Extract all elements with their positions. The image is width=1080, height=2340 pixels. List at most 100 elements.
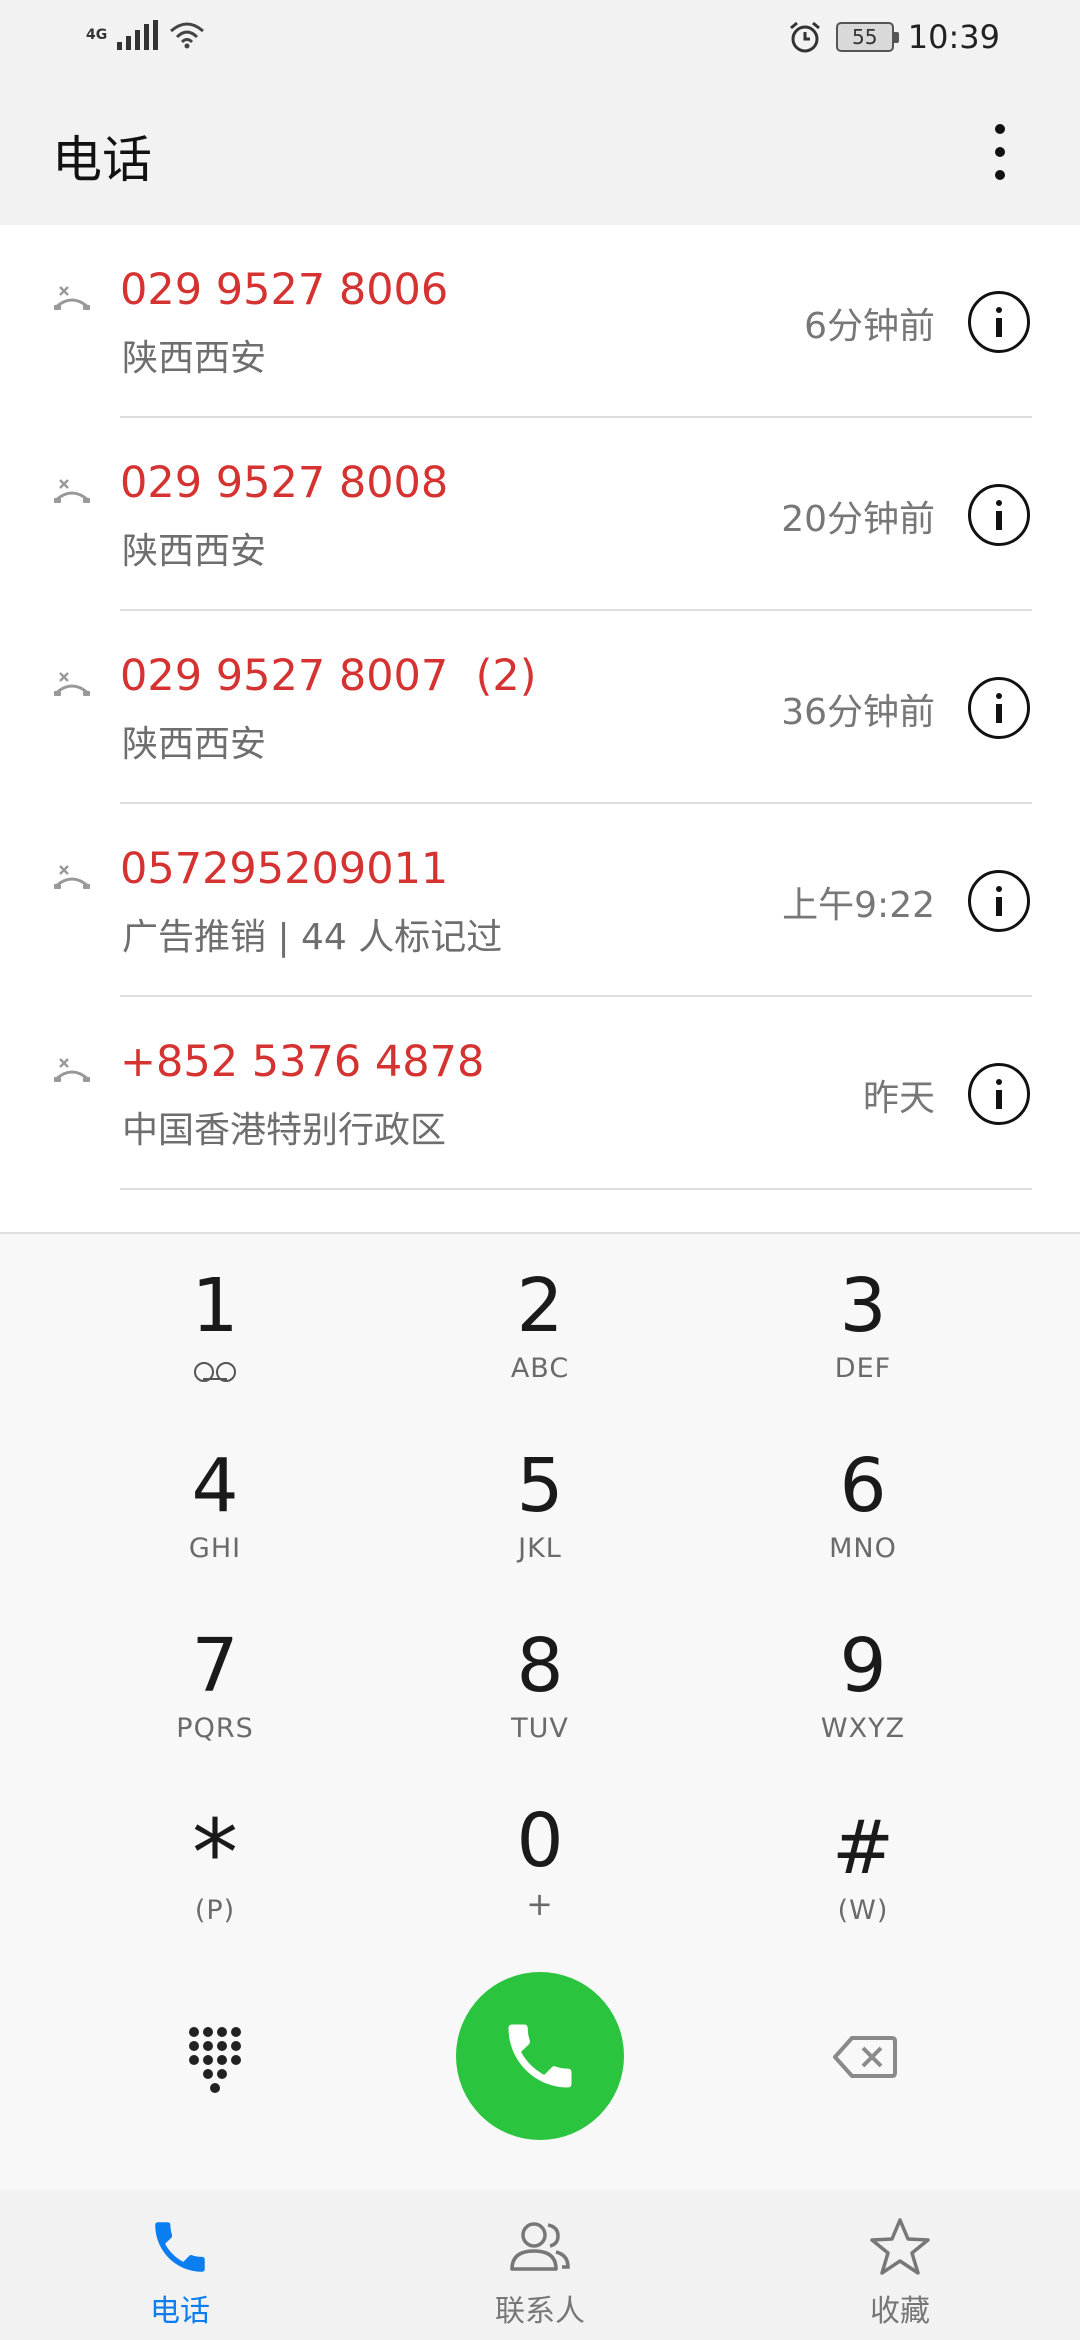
call-location: 广告推销 | 44 人标记过 [122, 917, 503, 958]
row-divider [120, 1188, 1032, 1190]
nav-label: 联系人 [495, 2294, 585, 2329]
key-letters: + [526, 1885, 554, 1923]
key-digit: 5 [516, 1443, 564, 1529]
dialpad-key-4[interactable]: 4 GHI [105, 1444, 325, 1604]
status-left: 4G [86, 20, 205, 50]
call-number: 029 9527 8007 (2) [120, 651, 537, 701]
key-letters: GHI [188, 1533, 242, 1564]
call-info-button[interactable] [968, 870, 1030, 932]
more-dot-icon [995, 124, 1005, 134]
call-location: 陕西西安 [122, 531, 267, 572]
key-letters: JKL [518, 1533, 562, 1564]
nav-tab-contacts[interactable]: 联系人 [360, 2190, 720, 2340]
call-time: 昨天 [862, 1078, 935, 1119]
call-log-row[interactable]: +852 5376 4878 中国香港特别行政区 昨天 [0, 997, 1080, 1190]
call-log-row[interactable]: 029 9527 8006 陕西西安 6分钟前 [0, 225, 1080, 418]
bottom-nav: 电话 联系人 收藏 [0, 2190, 1080, 2340]
more-dot-icon [995, 147, 1005, 157]
call-number: 029 9527 8008 [120, 458, 449, 508]
wifi-icon [170, 22, 205, 49]
call-number: 029 9527 8006 [120, 265, 449, 315]
missed-call-icon [54, 865, 90, 889]
call-log-row[interactable]: 029 9527 8008 陕西西安 20分钟前 [0, 418, 1080, 611]
call-time: 6分钟前 [804, 306, 935, 347]
call-info-button[interactable] [968, 484, 1030, 546]
dialpad-key-8[interactable]: 8 TUV [430, 1624, 650, 1784]
dialpad-key-5[interactable]: 5 JKL [430, 1444, 650, 1604]
dialpad-key-hash[interactable]: # (W) [753, 1806, 973, 1966]
page-title: 电话 [52, 131, 152, 189]
call-location: 陕西西安 [122, 338, 267, 379]
call-time: 上午9:22 [782, 885, 935, 926]
backspace-icon[interactable] [832, 2034, 898, 2080]
status-time: 10:39 [907, 18, 1000, 56]
call-info-button[interactable] [968, 291, 1030, 353]
key-digit: 7 [191, 1623, 239, 1709]
key-letters: TUV [511, 1713, 569, 1744]
network-type: 4G [86, 27, 108, 43]
key-digit: * [192, 1806, 238, 1890]
dialpad-key-7[interactable]: 7 PQRS [105, 1624, 325, 1784]
nav-tab-favorites[interactable]: 收藏 [720, 2190, 1080, 2340]
key-digit: # [831, 1805, 894, 1891]
info-icon [996, 693, 1002, 723]
dialpad: 1 2 ABC 3 DEF 4 GHI 5 JKL 6 MNO 7 PQRS 8… [0, 1232, 1080, 2190]
app-bar: 电话 [0, 80, 1080, 225]
phone-icon [155, 2222, 205, 2272]
dialpad-key-6[interactable]: 6 MNO [753, 1444, 973, 1604]
key-letters: WXYZ [820, 1713, 906, 1744]
call-log-row[interactable]: 029 9527 8007 (2) 陕西西安 36分钟前 [0, 611, 1080, 804]
missed-call-icon [54, 479, 90, 503]
nav-tab-phone[interactable]: 电话 [0, 2190, 360, 2340]
nav-label: 收藏 [870, 2294, 930, 2329]
contacts-icon [510, 2222, 570, 2271]
dialpad-toggle-icon[interactable] [186, 2024, 246, 2094]
alarm-icon [789, 21, 820, 53]
call-number: 057295209011 [120, 844, 449, 894]
dialpad-key-0[interactable]: 0 + [430, 1799, 650, 1959]
call-log-list: 029 9527 8006 陕西西安 6分钟前 029 9527 8008 陕西… [0, 225, 1080, 1190]
signal-icon [117, 20, 159, 50]
more-dot-icon [995, 170, 1005, 180]
key-letters: (P) [194, 1895, 236, 1926]
key-digit: 9 [839, 1623, 887, 1709]
missed-call-icon [54, 1058, 90, 1082]
info-icon [996, 1079, 1002, 1109]
key-letters: ABC [510, 1353, 570, 1384]
dialpad-key-2[interactable]: 2 ABC [430, 1264, 650, 1424]
call-info-button[interactable] [968, 1063, 1030, 1125]
phone-icon [508, 2024, 572, 2088]
dialpad-key-9[interactable]: 9 WXYZ [753, 1624, 973, 1784]
dialpad-key-1[interactable]: 1 [105, 1264, 325, 1424]
voicemail-icon [194, 1362, 236, 1382]
call-time: 36分钟前 [781, 692, 935, 733]
battery-level: 55 [852, 25, 878, 49]
key-digit: 2 [516, 1263, 564, 1349]
key-letters: (W) [837, 1895, 889, 1926]
key-letters: MNO [829, 1533, 897, 1564]
status-right: 55 10:39 [788, 18, 1000, 56]
key-letters: DEF [834, 1353, 892, 1384]
key-digit: 0 [516, 1798, 564, 1884]
status-bar: 4G 55 10:39 [0, 0, 1080, 80]
call-location: 中国香港特别行政区 [122, 1110, 447, 1151]
key-digit: 4 [191, 1443, 239, 1529]
dialpad-key-star[interactable]: * (P) [105, 1806, 325, 1966]
key-letters: PQRS [176, 1713, 254, 1744]
call-location: 陕西西安 [122, 724, 267, 765]
info-icon [996, 307, 1002, 337]
call-log-row[interactable]: 057295209011 广告推销 | 44 人标记过 上午9:22 [0, 804, 1080, 997]
more-options-button[interactable] [980, 120, 1020, 184]
battery-icon: 55 [835, 22, 899, 52]
call-info-button[interactable] [968, 677, 1030, 739]
key-digit: 8 [516, 1623, 564, 1709]
missed-call-icon [54, 286, 90, 310]
key-digit: 3 [839, 1263, 887, 1349]
info-icon [996, 886, 1002, 916]
key-digit: 1 [191, 1263, 239, 1349]
missed-call-icon [54, 672, 90, 696]
call-button[interactable] [456, 1972, 624, 2140]
dialpad-key-3[interactable]: 3 DEF [753, 1264, 973, 1424]
key-digit: 6 [839, 1443, 887, 1529]
info-icon [996, 500, 1002, 530]
